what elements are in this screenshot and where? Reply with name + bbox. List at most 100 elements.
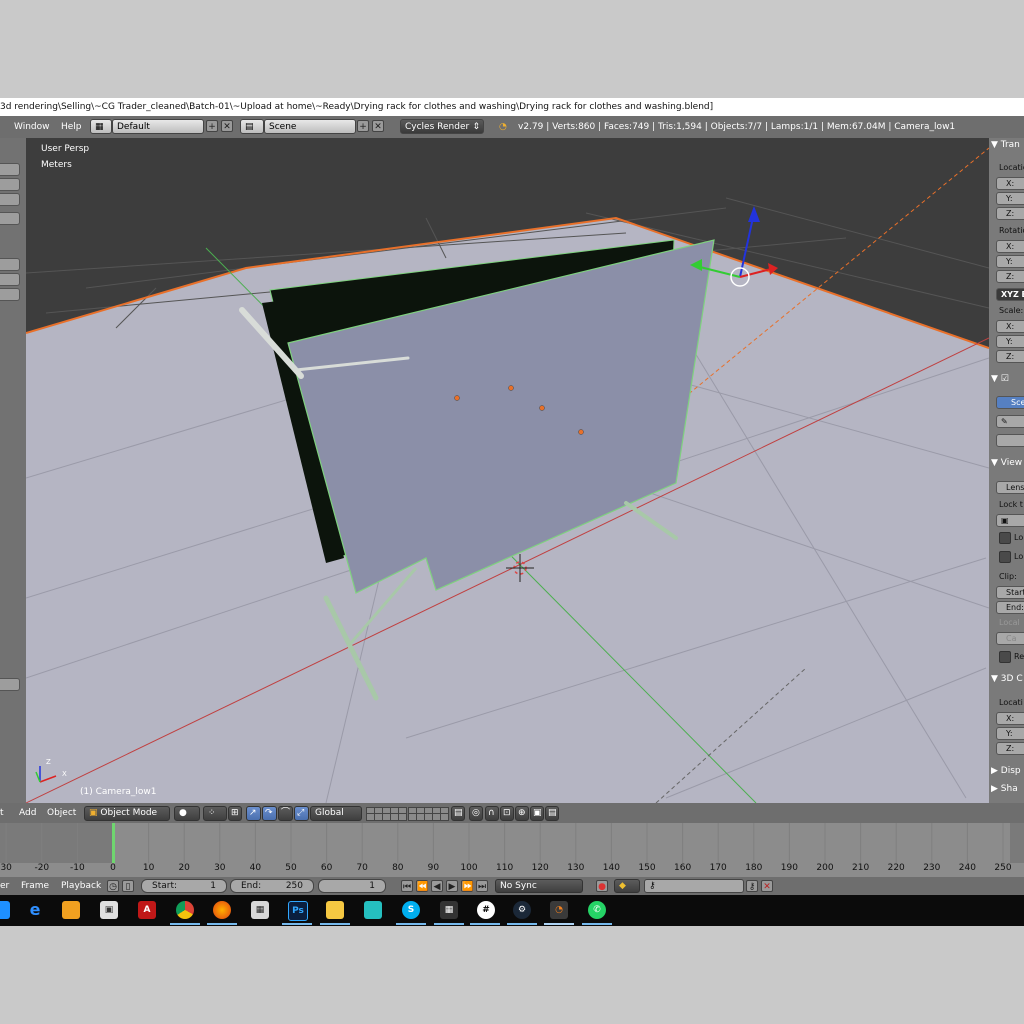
editor-type-button[interactable]: ▦ [90, 119, 112, 134]
proportional-edit-button[interactable]: ◎ [469, 806, 483, 821]
firefox-icon[interactable] [213, 901, 231, 919]
scene-button[interactable]: Sce [996, 396, 1024, 409]
add-layout-icon[interactable]: + [206, 120, 218, 132]
acrobat-icon[interactable]: A [138, 901, 156, 919]
3d-viewport[interactable]: User Persp Meters (1) Camera_low1 Z X [26, 138, 989, 803]
slack-icon[interactable]: # [477, 901, 495, 919]
tool-button[interactable] [0, 273, 20, 286]
clip-end-field[interactable]: End: [996, 601, 1024, 614]
whatsapp-icon[interactable]: ✆ [588, 901, 606, 919]
menu-frame[interactable]: Frame [21, 877, 49, 895]
pivot-select[interactable]: ⁘ [203, 806, 227, 821]
insert-keyframe-icon[interactable]: ⚷ [746, 880, 758, 892]
play-icon[interactable]: ▶ [446, 880, 458, 892]
play-reverse-icon[interactable]: ◀ [431, 880, 443, 892]
add-scene-icon[interactable]: + [357, 120, 369, 132]
calculator-icon[interactable]: ▦ [251, 901, 269, 919]
pencil-icon[interactable]: ✎ [996, 415, 1024, 428]
3d-cursor-header[interactable]: ▼ 3D C [991, 674, 1023, 684]
lock-object-field[interactable]: ▣ [996, 514, 1024, 527]
shading-select[interactable]: ● [174, 806, 200, 821]
snap-target-button[interactable]: ⊕ [515, 806, 529, 821]
edge-icon[interactable]: e [26, 901, 44, 919]
explorer-icon[interactable] [326, 901, 344, 919]
cursor-y-field[interactable]: Y: [996, 727, 1024, 740]
app2-icon[interactable]: ▦ [440, 901, 458, 919]
tool-button[interactable] [0, 258, 20, 271]
menu-marker[interactable]: er [0, 877, 9, 895]
rotation-y-field[interactable]: Y: [996, 255, 1024, 268]
location-z-field[interactable]: Z: [996, 207, 1024, 220]
object-mode-select[interactable]: ▣ Object Mode [84, 806, 170, 821]
shading-header[interactable]: ▶ Sha [991, 784, 1018, 794]
next-keyframe-icon[interactable]: ⏩ [461, 880, 473, 892]
store-icon[interactable]: ▣ [100, 901, 118, 919]
tool-button[interactable] [0, 212, 20, 225]
local-camera-field[interactable]: Ca [996, 632, 1024, 645]
menu-playback[interactable]: Playback [61, 877, 101, 895]
rotate-button[interactable]: ↷ [262, 806, 277, 821]
scale-y-field[interactable]: Y: [996, 335, 1024, 348]
screen-layout-select[interactable]: Default [112, 119, 204, 134]
translate-button[interactable]: ↗ [246, 806, 261, 821]
steam-icon[interactable]: ⚙ [513, 901, 531, 919]
location-y-field[interactable]: Y: [996, 192, 1024, 205]
photoshop-icon[interactable]: Ps [288, 901, 308, 921]
snap-button[interactable]: ∩ [485, 806, 499, 821]
scene-type-button[interactable]: ▤ [240, 119, 264, 134]
app-icon[interactable] [364, 901, 382, 919]
skype-icon[interactable]: S [402, 901, 420, 919]
menu-add[interactable]: Add [19, 803, 36, 823]
scale-z-field[interactable]: Z: [996, 350, 1024, 363]
scale-button[interactable]: ⤢ [294, 806, 309, 821]
keying-set-field[interactable]: ⚷ [644, 879, 744, 893]
location-x-field[interactable]: X: [996, 177, 1024, 190]
grease-pencil-header[interactable]: ▼ ☑ [991, 374, 1009, 384]
render-anim-button[interactable]: ▤ [545, 806, 559, 821]
cursor-z-field[interactable]: Z: [996, 742, 1024, 755]
chrome-icon[interactable] [176, 901, 194, 919]
cursor-x-field[interactable]: X: [996, 712, 1024, 725]
layers-group-2[interactable] [408, 807, 449, 821]
arc-button[interactable]: ⌒ [278, 806, 293, 821]
menu-help[interactable]: Help [61, 116, 82, 138]
photos-icon[interactable] [62, 901, 80, 919]
tool-button[interactable] [0, 288, 20, 301]
frame-end-field[interactable]: End: 250 [230, 879, 314, 893]
rotation-mode-select[interactable]: XYZ E [996, 288, 1024, 301]
timeline-area[interactable]: 30 -20 -10 0 10 20 30 40 50 60 70 80 90 100 110 120 130 1… [0, 823, 1024, 877]
view-panel-header[interactable]: ▼ View [991, 458, 1022, 468]
lock-layer-button[interactable]: ▤ [451, 806, 465, 821]
scene-select[interactable]: Scene [264, 119, 356, 134]
tool-button[interactable] [0, 163, 20, 176]
lens-field[interactable]: Lens [996, 481, 1024, 494]
clock-icon[interactable]: ◷ [107, 880, 119, 892]
render-preview-button[interactable]: ▣ [530, 806, 544, 821]
blender-icon[interactable]: ◔ [550, 901, 568, 919]
current-frame-field[interactable]: 1 [318, 879, 386, 893]
tool-button[interactable] [0, 178, 20, 191]
snap-element-button[interactable]: ⊡ [500, 806, 514, 821]
render-border-checkbox[interactable] [999, 651, 1011, 663]
jump-start-icon[interactable]: ⏮ [401, 880, 413, 892]
rotation-x-field[interactable]: X: [996, 240, 1024, 253]
tool-button[interactable] [0, 193, 20, 206]
record-icon[interactable]: ● [596, 880, 608, 892]
scale-x-field[interactable]: X: [996, 320, 1024, 333]
keying-set-select[interactable]: ◆ [614, 879, 640, 893]
menu-select[interactable]: t [0, 803, 4, 823]
clip-start-field[interactable]: Start [996, 586, 1024, 599]
rotation-z-field[interactable]: Z: [996, 270, 1024, 283]
layers-group-1[interactable] [366, 807, 407, 821]
frame-start-field[interactable]: Start: 1 [141, 879, 227, 893]
transform-panel-header[interactable]: ▼ Tran [991, 140, 1020, 150]
jump-end-icon[interactable]: ⏭ [476, 880, 488, 892]
manipulator-toggle[interactable]: ⊞ [228, 806, 242, 821]
sync-mode-select[interactable]: No Sync [495, 879, 583, 893]
lock-range-icon[interactable]: ▯ [122, 880, 134, 892]
lock-checkbox-2[interactable] [999, 551, 1011, 563]
orientation-select[interactable]: Global [310, 806, 362, 821]
menu-window[interactable]: Window [14, 116, 50, 138]
tool-button[interactable] [0, 678, 20, 691]
start-icon[interactable] [0, 901, 10, 919]
